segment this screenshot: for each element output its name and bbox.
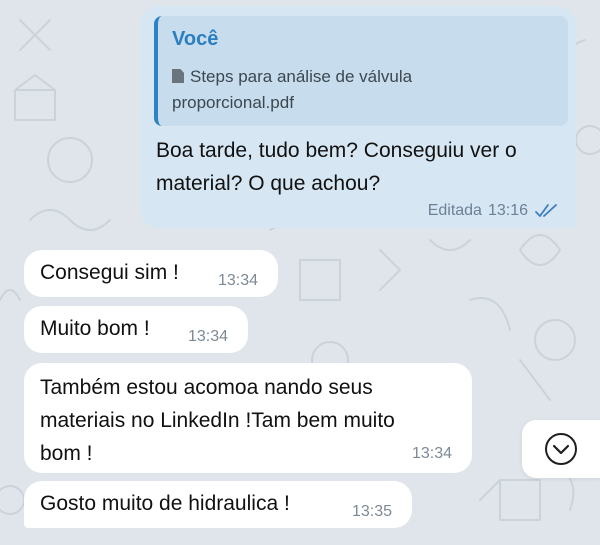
scroll-to-bottom-button[interactable] (522, 420, 600, 478)
incoming-message[interactable]: Também estou acomoa nando seus materiais… (24, 363, 472, 473)
message-text: Boa tarde, tudo bem? Conseguiu ver o mat… (156, 139, 517, 195)
message-text: Muito bom ! (40, 317, 150, 340)
edited-label: Editada (427, 202, 482, 219)
message-time: 13:34 (188, 328, 229, 345)
message-time: 13:35 (352, 503, 393, 520)
outgoing-message[interactable]: Você Steps para análise de válvula propo… (140, 6, 576, 228)
incoming-message[interactable]: Muito bom ! 13:34 (24, 306, 248, 353)
file-icon (172, 69, 184, 83)
reply-preview[interactable]: Você Steps para análise de válvula propo… (154, 16, 568, 126)
message-text: Gosto muito de hidraulica ! (40, 492, 290, 515)
message-text: Consegui sim ! (40, 261, 179, 284)
message-time: 13:16 (487, 202, 528, 219)
double-check-icon (535, 204, 557, 217)
chevron-down-icon (545, 433, 577, 465)
incoming-message[interactable]: Consegui sim ! 13:34 (24, 250, 278, 297)
message-meta: Editada 13:16 (428, 202, 560, 220)
reply-author: Você (172, 28, 219, 50)
chat-area[interactable]: Você Steps para análise de válvula propo… (0, 0, 600, 545)
message-time: 13:34 (218, 272, 259, 289)
incoming-message[interactable]: Gosto muito de hidraulica ! 13:35 (24, 481, 412, 528)
message-time: 13:34 (412, 445, 453, 462)
reply-file-name: Steps para análise de válvula proporcion… (172, 64, 472, 116)
reply-file-label: Steps para análise de válvula proporcion… (172, 67, 413, 112)
message-text: Também estou acomoa nando seus materiais… (40, 376, 395, 465)
